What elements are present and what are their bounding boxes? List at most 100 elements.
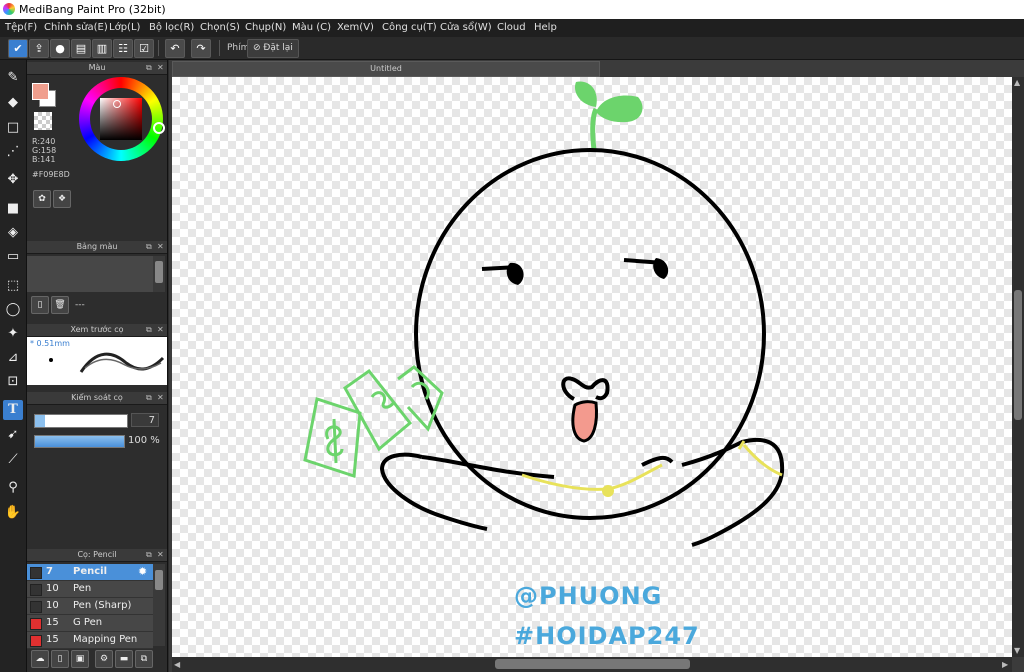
trash-icon[interactable]: 🗑 (51, 296, 69, 314)
chat-icon[interactable]: ▤ (71, 39, 91, 58)
cloud-brush-icon[interactable]: ☁ (31, 650, 49, 668)
magic-wand-icon[interactable]: ✦ (3, 324, 23, 344)
operation-icon[interactable]: ➹ (3, 425, 23, 445)
drawing-canvas[interactable]: @PHUONG #HOIDAP247 (172, 77, 1012, 657)
comment-icon[interactable]: ● (50, 39, 70, 58)
tool-bar: ✎ ◆ □ ⋰ ✥ ■ ◈ ▭ ⬚ ◯ ✦ ⊿ ⊡ T ➹ ⟋ ⚲ ✋ (0, 60, 27, 672)
text-icon[interactable]: T (3, 400, 23, 420)
document-icon[interactable]: ▥ (92, 39, 112, 58)
eyedropper-icon[interactable]: ⚲ (3, 478, 23, 498)
palette-icon[interactable]: ✿ (33, 190, 51, 208)
float-icon[interactable]: ⧉ (146, 324, 152, 336)
page-list-icon[interactable]: ☷ (113, 39, 133, 58)
select-rect-icon[interactable]: ⬚ (3, 276, 23, 296)
dot-icon[interactable]: ⋰ (3, 142, 23, 162)
menu-cloud[interactable]: Cloud (497, 22, 526, 33)
brush-opacity-slider[interactable] (34, 435, 125, 448)
hand-icon[interactable]: ✋ (3, 503, 23, 523)
menu-tools[interactable]: Công cụ(T) (382, 22, 437, 33)
brush-name: Pen (Sharp) (73, 600, 132, 611)
float-icon[interactable]: ⧉ (146, 62, 152, 74)
duplicate-icon[interactable]: ⧉ (135, 650, 153, 668)
brush-size-slider[interactable] (34, 414, 128, 428)
menu-file[interactable]: Tệp(F) (5, 22, 37, 33)
menu-view[interactable]: Xem(V) (337, 22, 374, 33)
money-drawing (303, 365, 444, 479)
cloud-check-icon[interactable]: ✔ (8, 39, 28, 58)
brush-preview-header: Xem trước cọ ⧉ ✕ (27, 324, 167, 337)
eyes-drawing (481, 258, 669, 285)
reset-button[interactable]: ⊘ Đặt lại (247, 39, 299, 58)
close-icon[interactable]: ✕ (157, 62, 164, 74)
hue-marker[interactable] (153, 122, 165, 134)
close-icon[interactable]: ✕ (157, 324, 164, 336)
select-pen-icon[interactable]: ⊿ (3, 348, 23, 368)
necklace-drawing (521, 440, 783, 491)
brush-list-header: Cọ: Pencil ⧉ ✕ (27, 549, 167, 562)
brush-item-mapping-pen[interactable]: 15 Mapping Pen (27, 632, 153, 649)
float-icon[interactable]: ⧉ (146, 241, 152, 253)
blue-value: B:141 (32, 155, 56, 164)
document-tab[interactable]: Untitled (172, 61, 600, 77)
menu-window[interactable]: Cửa sổ(W) (440, 22, 492, 33)
brush-size: 7 (46, 566, 53, 577)
palette-scroll-thumb[interactable] (155, 261, 163, 283)
menu-snap[interactable]: Chụp(N) (245, 22, 286, 33)
bucket-icon[interactable]: ◈ (3, 223, 23, 243)
float-icon[interactable]: ⧉ (146, 392, 152, 404)
saturation-square[interactable] (100, 98, 142, 140)
close-icon[interactable]: ✕ (157, 241, 164, 253)
side-panels: Màu ⧉ ✕ R:240 G:158 B:141 #F09E8D ✿ ❖ Bả… (27, 60, 168, 672)
redo-icon[interactable]: ↷ (191, 39, 211, 58)
menu-color[interactable]: Màu (C) (292, 22, 331, 33)
horizontal-scroll-thumb[interactable] (495, 659, 690, 669)
toolbar-divider (158, 40, 159, 56)
close-icon[interactable]: ✕ (157, 392, 164, 404)
close-icon[interactable]: ✕ (157, 549, 164, 561)
lasso-icon[interactable]: ◯ (3, 300, 23, 320)
saturation-marker[interactable] (113, 100, 121, 108)
new-brush-icon[interactable]: ▯ (51, 650, 69, 668)
brush-settings-icon[interactable]: ⚙ (95, 650, 113, 668)
menu-bar: Tệp(F) Chỉnh sửa(E) Lớp(L) Bộ lọc(R) Chọ… (0, 19, 1024, 38)
folder-icon[interactable]: ▬ (115, 650, 133, 668)
transparent-color-swatch[interactable] (34, 112, 52, 130)
add-brush-icon[interactable]: ▣ (71, 650, 89, 668)
foreground-color-swatch[interactable] (32, 83, 49, 100)
color-wheel[interactable] (79, 77, 165, 161)
menu-layer[interactable]: Lớp(L) (109, 22, 140, 33)
vertical-scroll-thumb[interactable] (1014, 290, 1022, 420)
menu-help[interactable]: Help (534, 22, 557, 33)
color-set-icon[interactable]: ❖ (53, 190, 71, 208)
move-icon[interactable]: ✥ (3, 170, 23, 190)
scroll-up-icon[interactable]: ▲ (1014, 78, 1020, 87)
gradient-icon[interactable]: ▭ (3, 247, 23, 267)
menu-select[interactable]: Chọn(S) (200, 22, 240, 33)
eraser-icon[interactable]: ◆ (3, 93, 23, 113)
divide-icon[interactable]: ⟋ (3, 450, 23, 470)
scroll-down-icon[interactable]: ▼ (1014, 646, 1020, 655)
new-file-icon[interactable]: ▯ (31, 296, 49, 314)
float-icon[interactable]: ⧉ (146, 549, 152, 561)
scroll-right-icon[interactable]: ▶ (1002, 660, 1008, 669)
fill-rect-icon[interactable]: ■ (3, 199, 23, 219)
rectangle-icon[interactable]: □ (3, 118, 23, 138)
upload-icon[interactable]: ⇪ (29, 39, 49, 58)
checklist-icon[interactable]: ☑ (134, 39, 154, 58)
brush-list-scroll-thumb[interactable] (155, 570, 163, 590)
undo-icon[interactable]: ↶ (165, 39, 185, 58)
gear-icon[interactable]: ✹ (138, 565, 147, 578)
brush-icon[interactable]: ✎ (3, 68, 23, 88)
palette-area[interactable] (27, 256, 153, 292)
select-eraser-icon[interactable]: ⊡ (3, 372, 23, 392)
scroll-left-icon[interactable]: ◀ (174, 660, 180, 669)
menu-filter[interactable]: Bộ lọc(R) (149, 22, 194, 33)
brush-opacity-value: 100 % (128, 435, 160, 446)
brush-item-pen[interactable]: 10 Pen (27, 581, 153, 598)
brush-item-g-pen[interactable]: 15 G Pen (27, 615, 153, 632)
brush-item-pencil[interactable]: 7 Pencil ✹ (27, 564, 153, 581)
menu-edit[interactable]: Chỉnh sửa(E) (44, 22, 108, 33)
brush-item-pen-sharp[interactable]: 10 Pen (Sharp) (27, 598, 153, 615)
watermark-author: @PHUONG (514, 582, 663, 610)
brush-size-value[interactable]: 7 (131, 413, 159, 427)
